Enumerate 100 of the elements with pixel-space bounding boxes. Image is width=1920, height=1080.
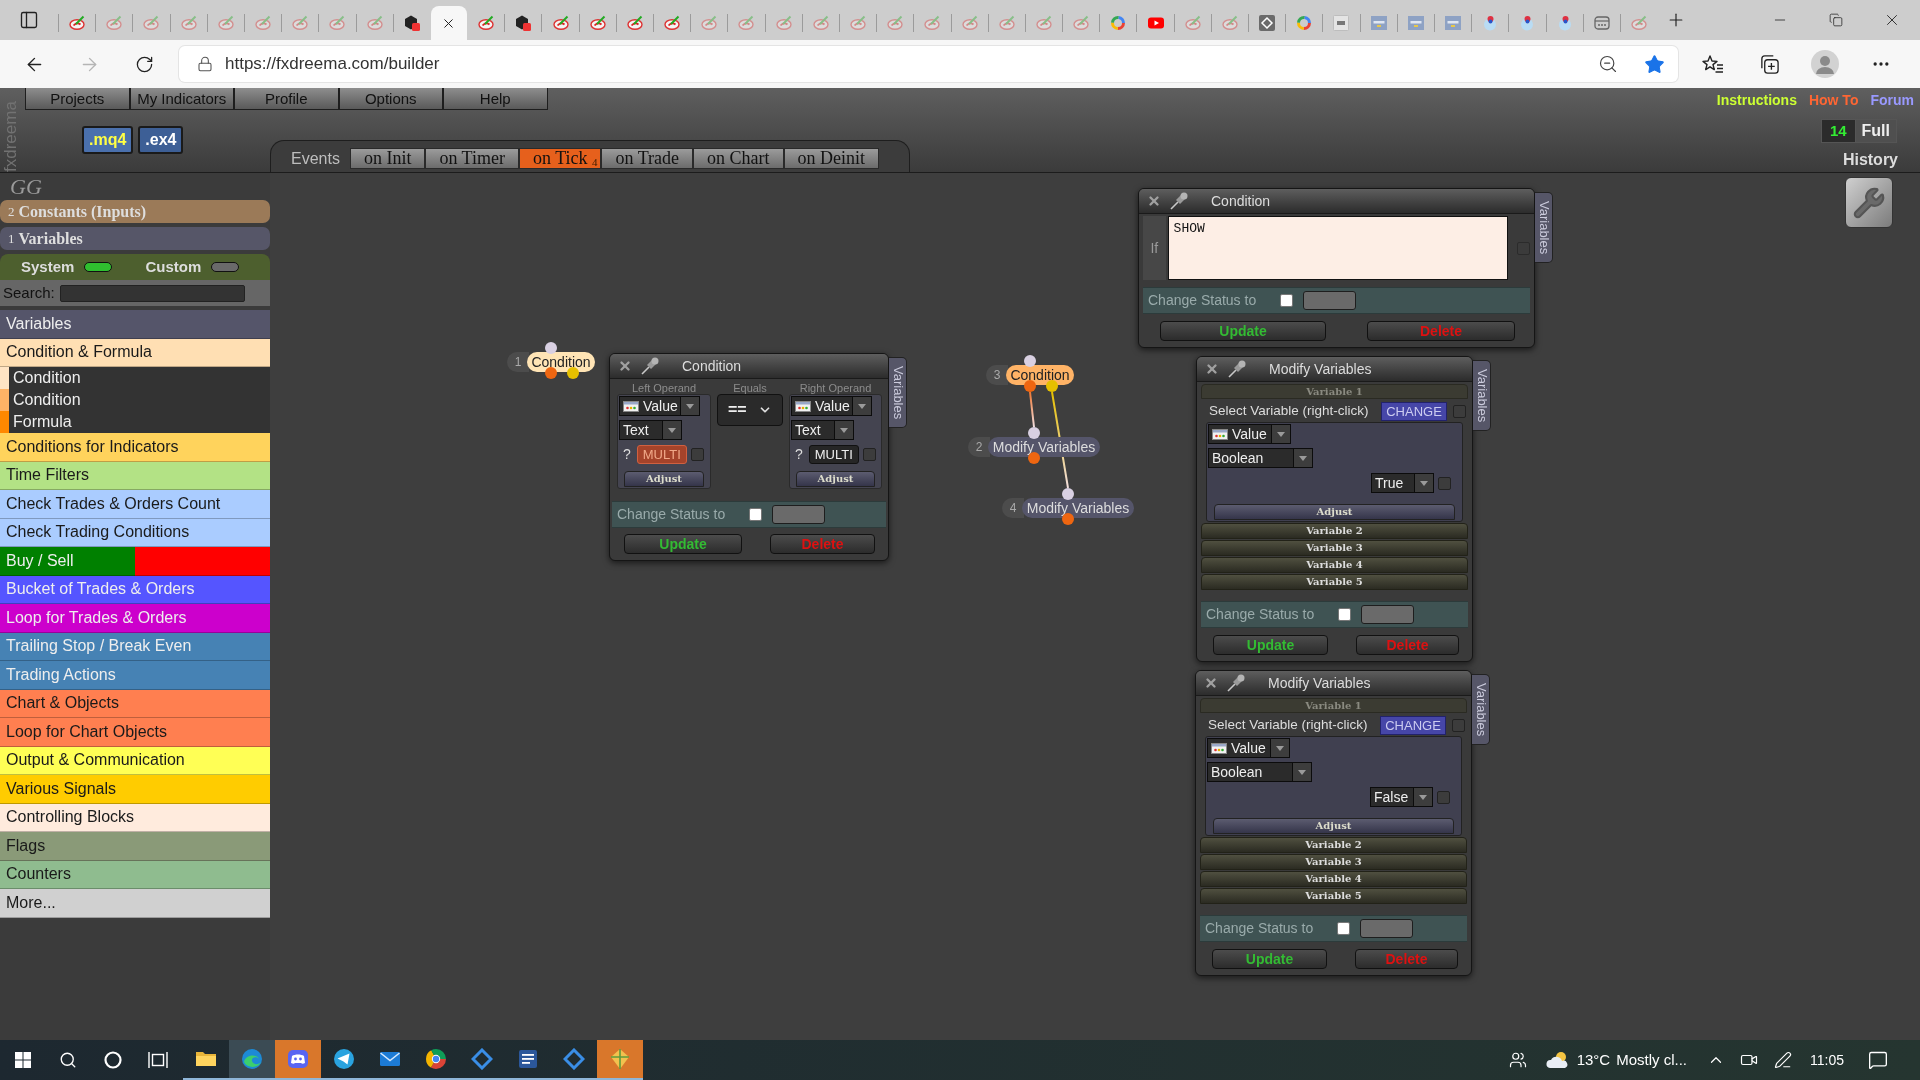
file-type-button[interactable]: .ex4	[138, 126, 184, 154]
category-item[interactable]: Bucket of Trades & Orders	[0, 575, 270, 604]
pin-icon[interactable]	[1169, 191, 1189, 211]
people-icon[interactable]	[1508, 1051, 1527, 1069]
checkbox[interactable]	[690, 448, 704, 461]
adjust-button[interactable]: Adjust	[1213, 818, 1454, 834]
status-field[interactable]	[1303, 291, 1356, 310]
select-field[interactable]: Value	[1208, 424, 1272, 444]
variable-section[interactable]: Variable 2	[1200, 837, 1467, 853]
clock-text[interactable]: 11:05	[1810, 1049, 1844, 1071]
category-item[interactable]: Check Trading Conditions	[0, 518, 270, 547]
comparator-select[interactable]: ==	[717, 394, 783, 426]
variable-section[interactable]: Variable 4	[1201, 557, 1468, 573]
dropdown-button[interactable]	[1294, 448, 1313, 468]
variable-section[interactable]: Variable 3	[1200, 854, 1467, 870]
subcategory-item[interactable]: Condition	[0, 389, 270, 411]
collections-icon[interactable]	[1758, 53, 1780, 75]
search-icon[interactable]	[58, 1051, 77, 1069]
dropdown-button[interactable]	[1293, 762, 1312, 782]
status-field[interactable]	[1360, 919, 1413, 938]
menu-button[interactable]: Projects	[25, 88, 130, 110]
category-item[interactable]: Trading Actions	[0, 661, 270, 690]
address-field[interactable]: https://fxdreema.com/builder	[179, 46, 1678, 82]
circle-icon[interactable]	[103, 1051, 122, 1069]
checkbox[interactable]	[1338, 608, 1351, 621]
variable-section[interactable]: Variable 2	[1201, 523, 1468, 539]
toggle-switch[interactable]	[211, 262, 240, 272]
file-type-button[interactable]: .mq4	[82, 126, 134, 154]
select-field[interactable]: Text	[619, 420, 663, 440]
dropdown-button[interactable]	[1271, 738, 1290, 758]
node-label[interactable]: Condition	[527, 352, 595, 372]
star-icon[interactable]	[1644, 53, 1665, 75]
status-field[interactable]	[1361, 605, 1414, 624]
four-panes-icon[interactable]	[14, 1052, 31, 1068]
pin-icon[interactable]	[1227, 359, 1247, 379]
menu-button[interactable]: Help	[443, 88, 548, 110]
checkbox[interactable]	[749, 508, 762, 521]
search-field[interactable]	[59, 284, 245, 302]
pin-icon[interactable]	[1226, 673, 1246, 693]
dropdown-button[interactable]	[853, 396, 872, 416]
category-item[interactable]: Buy / Sell	[0, 547, 135, 576]
multi-button[interactable]: MULTI	[808, 445, 859, 464]
favorites-icon[interactable]	[1702, 54, 1724, 74]
checkbox[interactable]	[1337, 922, 1350, 935]
pen-icon[interactable]	[1774, 1051, 1792, 1069]
toggle-switch[interactable]	[84, 262, 113, 272]
change-button[interactable]: CHANGE	[1381, 402, 1447, 421]
pin-icon[interactable]	[640, 356, 660, 376]
variable-section[interactable]: Variable 4	[1200, 871, 1467, 887]
select-field[interactable]: Value	[1207, 738, 1271, 758]
dropdown-button[interactable]	[1272, 424, 1291, 444]
change-button[interactable]: CHANGE	[1380, 716, 1446, 735]
event-tab[interactable]: on Deinit	[783, 148, 879, 169]
dropdown-button[interactable]	[663, 420, 682, 440]
category-item[interactable]: Flags	[0, 832, 270, 861]
select-field[interactable]: Boolean	[1207, 762, 1293, 782]
restore-icon[interactable]	[1829, 13, 1843, 27]
category-item[interactable]: Check Trades & Orders Count	[0, 490, 270, 519]
variables-tab[interactable]: Variables	[1535, 192, 1553, 263]
checkbox[interactable]	[862, 448, 876, 461]
update-button[interactable]: Update	[1212, 949, 1327, 969]
category-item[interactable]: Time Filters	[0, 461, 270, 490]
event-tab[interactable]: on Timer	[425, 148, 519, 169]
history-link[interactable]: History	[1842, 148, 1898, 172]
variables-tab[interactable]: Variables	[1472, 674, 1490, 745]
checkbox[interactable]	[1452, 719, 1465, 732]
checkbox[interactable]	[1453, 405, 1466, 418]
avatar-icon[interactable]	[1811, 50, 1839, 78]
variables-button[interactable]: 1 Variables	[0, 227, 270, 250]
node-label[interactable]: Modify Variables	[988, 437, 1100, 457]
category-item[interactable]: Various Signals	[0, 775, 270, 804]
select-field[interactable]: Text	[791, 420, 835, 440]
variables-tab[interactable]: Variables	[1473, 360, 1491, 431]
menu-button[interactable]: Options	[338, 88, 443, 110]
subcategory-item[interactable]: Condition	[0, 367, 270, 389]
subcategory-item[interactable]: Formula	[0, 411, 270, 433]
stacked-windows-icon[interactable]	[147, 1051, 168, 1069]
adjust-button[interactable]: Adjust	[1214, 504, 1455, 520]
category-item[interactable]: Trailing Stop / Break Even	[0, 632, 270, 661]
menu-button[interactable]: My Indicators	[129, 88, 234, 110]
variable-section[interactable]: Variable 5	[1200, 888, 1467, 904]
category-item[interactable]: Variables	[0, 310, 270, 339]
refresh-icon[interactable]	[134, 54, 154, 74]
select-field[interactable]: Value	[791, 396, 853, 416]
event-tab[interactable]: on Tick 4	[518, 148, 602, 169]
dropdown-button[interactable]	[835, 420, 854, 440]
select-field[interactable]: Value	[619, 396, 681, 416]
update-button[interactable]: Update	[624, 534, 742, 554]
notification-icon[interactable]	[1868, 1050, 1888, 1070]
checkbox[interactable]	[1438, 476, 1451, 490]
dropdown-button[interactable]	[1415, 473, 1434, 493]
formula-field[interactable]: SHOW	[1167, 216, 1508, 280]
header-link[interactable]: Instructions	[1716, 90, 1797, 111]
category-item[interactable]: Condition & Formula	[0, 338, 270, 367]
category-item[interactable]: More...	[0, 889, 270, 918]
checkbox[interactable]	[1437, 790, 1450, 804]
node-label[interactable]: Condition	[1006, 365, 1074, 385]
adjust-button[interactable]: Adjust	[624, 471, 704, 487]
category-item[interactable]: Chart & Objects	[0, 689, 270, 718]
adjust-button[interactable]: Adjust	[796, 471, 875, 487]
